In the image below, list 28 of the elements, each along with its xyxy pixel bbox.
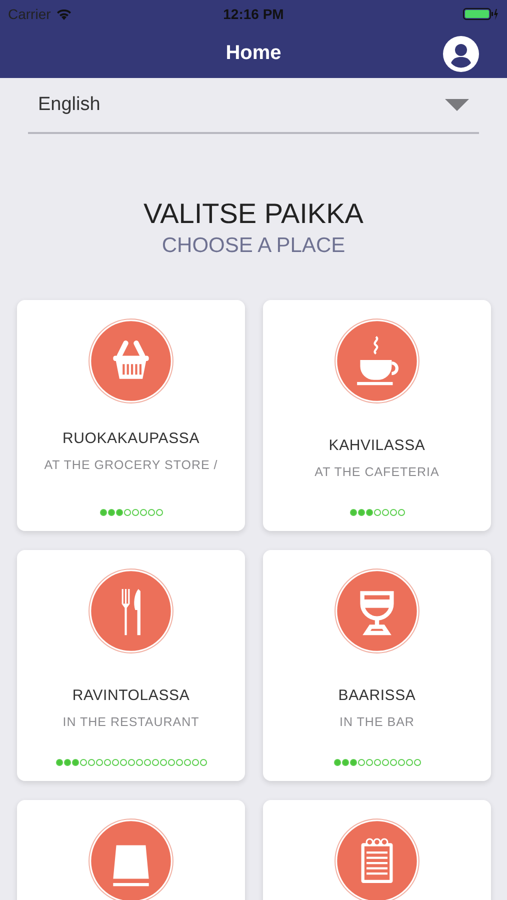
place-card[interactable]: RAVINTOLASSA IN THE RESTAURANT bbox=[17, 550, 245, 781]
carrier-label: Carrier bbox=[8, 6, 51, 22]
place-card[interactable]: KAHVILASSA AT THE CAFETERIA bbox=[263, 300, 491, 531]
place-title: RUOKAKAUPASSA bbox=[62, 430, 200, 447]
place-subtitle: IN THE RESTAURANT bbox=[62, 715, 200, 729]
place-card[interactable]: RUOKAKAUPASSA AT THE GROCERY STORE / bbox=[17, 300, 245, 531]
notepad-icon bbox=[334, 818, 420, 900]
coffee-cup-icon bbox=[334, 318, 420, 404]
battery-icon bbox=[462, 8, 499, 20]
caret-icon bbox=[445, 99, 469, 111]
page-subtitle: CHOOSE A PLACE bbox=[162, 234, 346, 258]
place-title: KAHVILASSA bbox=[328, 437, 426, 454]
clock-time: 12:16 PM bbox=[223, 6, 284, 22]
place-subtitle: IN THE BAR bbox=[340, 715, 414, 729]
place-subtitle: AT THE GROCERY STORE / bbox=[44, 458, 218, 472]
place-card[interactable]: BAARISSA IN THE BAR bbox=[263, 550, 491, 781]
goblet-icon bbox=[334, 568, 420, 654]
basket-icon bbox=[88, 318, 174, 404]
book-icon bbox=[88, 818, 174, 900]
fork-knife-icon bbox=[88, 568, 174, 654]
place-title: BAARISSA bbox=[338, 687, 416, 704]
page-title: VALITSE PAIKKA bbox=[144, 198, 364, 230]
place-title: RAVINTOLASSA bbox=[72, 687, 190, 704]
wifi-icon bbox=[56, 8, 72, 20]
place-subtitle: AT THE CAFETERIA bbox=[314, 465, 440, 479]
language-dropdown[interactable]: English bbox=[28, 78, 479, 134]
user-profile-icon[interactable] bbox=[443, 36, 479, 72]
nav-title: Home bbox=[226, 42, 282, 64]
